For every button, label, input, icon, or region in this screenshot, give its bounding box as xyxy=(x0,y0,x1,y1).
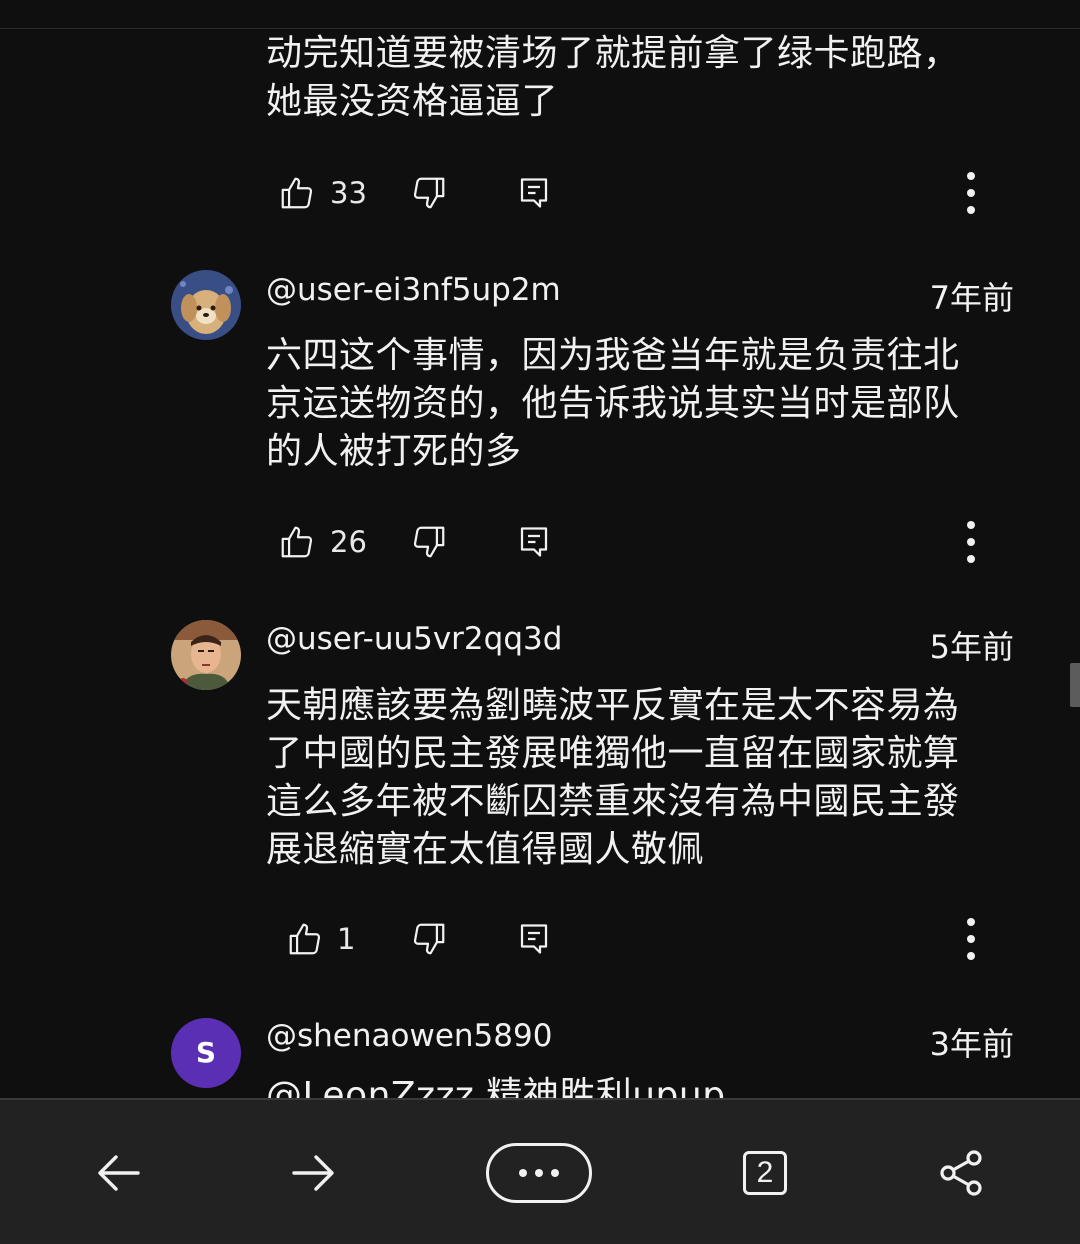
share-icon xyxy=(940,1150,982,1196)
scrollbar[interactable] xyxy=(1070,663,1080,707)
more-options-icon[interactable] xyxy=(951,168,991,218)
like-icon[interactable] xyxy=(277,517,317,567)
avatar[interactable] xyxy=(171,270,241,340)
comment-actions: 26 xyxy=(0,517,1080,567)
tabs-icon: 2 xyxy=(743,1151,787,1195)
dislike-icon[interactable] xyxy=(409,517,449,567)
more-icon xyxy=(486,1143,592,1203)
more-options-icon[interactable] xyxy=(951,914,991,964)
avatar[interactable] xyxy=(171,620,241,690)
dislike-icon[interactable] xyxy=(409,914,449,964)
reply-icon[interactable] xyxy=(514,517,554,567)
comment-author[interactable]: @shenaowen5890 xyxy=(266,1016,552,1056)
like-count: 1 xyxy=(337,922,356,956)
more-options-icon[interactable] xyxy=(951,517,991,567)
reply-icon[interactable] xyxy=(514,168,554,218)
like-icon[interactable] xyxy=(285,914,325,964)
comment-actions: 1 xyxy=(0,914,1080,964)
comment-text: @LeonZzzz 精神胜利upup xyxy=(266,1075,726,1098)
comment-author[interactable]: @user-uu5vr2qq3d xyxy=(266,619,562,659)
comment-actions: 33 xyxy=(0,168,1080,218)
avatar[interactable]: S xyxy=(171,1018,241,1088)
comment-text: 天朝應該要為劉曉波平反實在是太不容易為 了中國的民主發展唯獨他一直留在國家就算 … xyxy=(266,685,960,870)
reply-icon[interactable] xyxy=(514,914,554,964)
back-arrow-icon xyxy=(98,1155,140,1191)
comment-text: 动完知道要被清场了就提前拿了绿卡跑路， 她最没资格逼逼了 xyxy=(266,33,960,122)
forward-arrow-icon xyxy=(292,1155,334,1191)
dislike-icon[interactable] xyxy=(409,168,449,218)
comment-time: 5年前 xyxy=(929,628,1014,666)
comment-author[interactable]: @user-ei3nf5up2m xyxy=(266,270,561,310)
comment-time: 3年前 xyxy=(929,1025,1014,1063)
back-button[interactable] xyxy=(94,1140,144,1206)
like-count: 33 xyxy=(330,176,367,210)
like-count: 26 xyxy=(330,525,367,559)
more-menu-button[interactable] xyxy=(485,1140,593,1206)
like-icon[interactable] xyxy=(277,168,317,218)
comment-time: 7年前 xyxy=(929,279,1014,317)
share-button[interactable] xyxy=(937,1140,985,1206)
comments-list[interactable]: 动完知道要被清场了就提前拿了绿卡跑路， 她最没资格逼逼了 33 @user-ei… xyxy=(0,0,1080,1098)
bottom-nav-bar: 2 xyxy=(0,1098,1080,1244)
tabs-button[interactable]: 2 xyxy=(741,1140,789,1206)
forward-button[interactable] xyxy=(288,1140,338,1206)
comment-text: 六四这个事情，因为我爸当年就是负责往北 京运送物资的，他告诉我说其实当时是部队 … xyxy=(266,335,960,472)
